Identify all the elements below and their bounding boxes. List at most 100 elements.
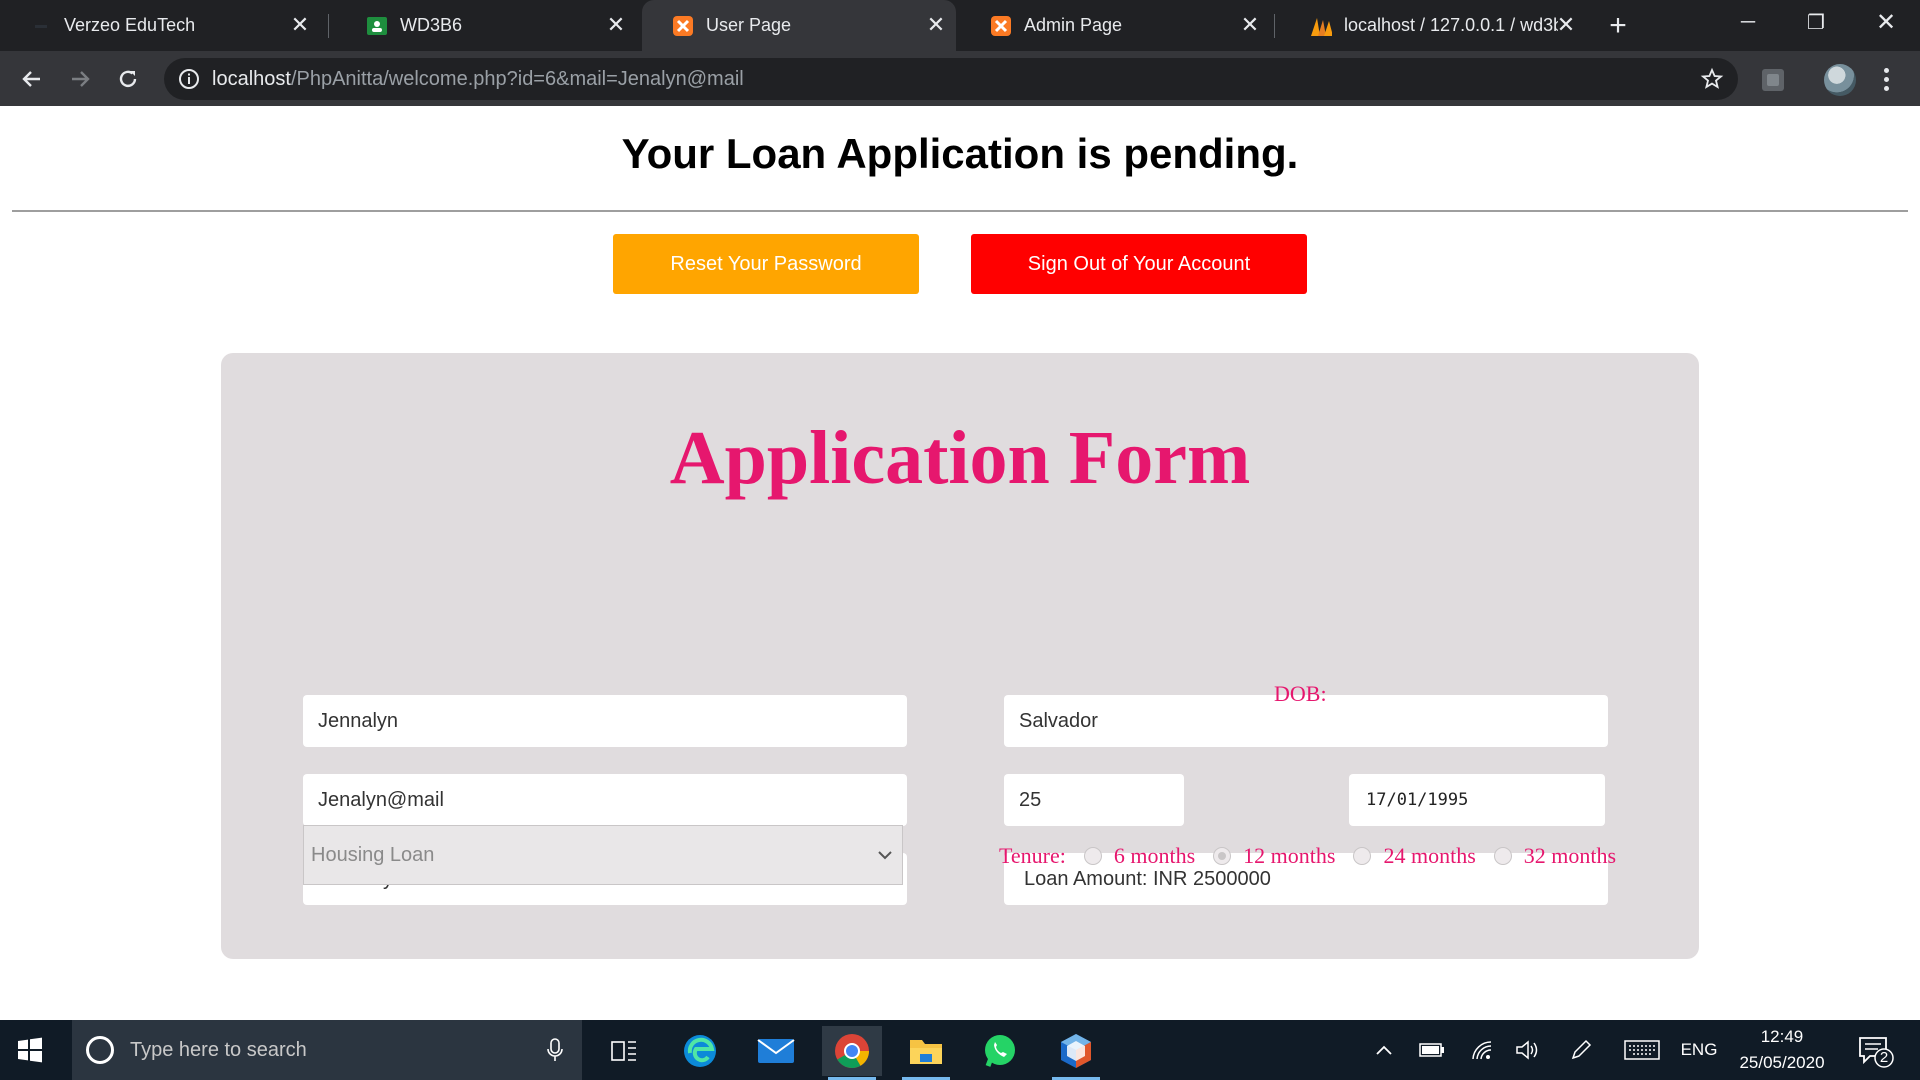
browser-tab-strip: Verzeo EduTech ✕ WD3B6 ✕ User Page ✕ Adm… [0,0,1920,51]
close-icon[interactable]: ✕ [1554,12,1578,37]
keyboard-icon [1624,1040,1660,1060]
volume-tray-button[interactable] [1512,1038,1544,1062]
chevron-down-icon [878,851,892,860]
close-window-button[interactable]: ✕ [1858,0,1914,44]
tab-label: Admin Page [1024,15,1123,35]
tenure-radio-group: Tenure: 6 months 12 months 24 months 32 … [999,841,1634,871]
tab-label: User Page [706,15,792,35]
taskbar-search-box[interactable]: Type here to search [72,1020,582,1080]
tab-phpmyadmin[interactable]: localhost / 127.0.0.1 / wd3b ✕ [1280,0,1586,51]
taskbar-app-mail[interactable] [746,1026,806,1076]
touch-keyboard-button[interactable] [1622,1038,1662,1062]
restore-button[interactable]: ❐ [1788,0,1844,44]
search-placeholder: Type here to search [130,1038,307,1061]
extension-icon[interactable] [1760,67,1786,93]
tab-wd3b6[interactable]: WD3B6 ✕ [336,0,636,51]
loan-type-value: Housing Loan [311,843,435,866]
notification-count-badge: 2 [1879,1049,1889,1066]
close-icon[interactable]: ✕ [1238,12,1262,37]
reload-icon [119,70,137,88]
close-icon[interactable]: ✕ [288,12,312,37]
sign-out-button[interactable]: Sign Out of Your Account [971,234,1307,294]
windows-taskbar: Type here to search ENG 12:49 25/05/2020… [0,1020,1920,1080]
taskbar-app-whatsapp[interactable] [970,1026,1030,1076]
tenure-option-6-months[interactable]: 6 months [1083,843,1196,869]
url-text[interactable]: localhost/PhpAnitta/welcome.php?id=6&mai… [212,68,744,91]
folder-icon [910,1040,942,1064]
url-host: localhost [212,68,291,90]
tab-user-page[interactable]: User Page ✕ [642,0,956,51]
taskbar-app-file-explorer[interactable] [896,1026,956,1080]
arrow-left-icon [22,71,40,87]
form-title: Application Form [669,416,1251,500]
pen-icon [1571,1039,1592,1060]
info-icon[interactable] [178,68,200,90]
chrome-icon [835,1034,869,1068]
minimize-button[interactable]: ─ [1720,0,1776,44]
reset-password-button[interactable]: Reset Your Password [613,234,919,294]
bookmark-star-icon[interactable] [1700,67,1724,91]
email-field[interactable]: Jenalyn@mail [303,774,907,826]
tab-admin-page[interactable]: Admin Page ✕ [960,0,1270,51]
page-content: Your Loan Application is pending. Reset … [0,106,1920,1020]
reload-button[interactable] [110,61,146,97]
chevron-up-icon [1376,1045,1392,1055]
tab-divider [1274,14,1275,38]
tab-divider [328,14,329,38]
whatsapp-icon [985,1035,1015,1067]
xampp-favicon-icon [990,15,1012,37]
loan-type-select[interactable]: Housing Loan [303,825,903,885]
first-name-field[interactable]: Jennalyn [303,695,907,747]
back-button[interactable] [14,61,50,97]
radio-button[interactable] [1493,847,1512,865]
tenure-option-24-months[interactable]: 24 months [1353,843,1476,869]
close-icon[interactable]: ✕ [604,12,628,37]
tenure-option-32-months[interactable]: 32 months [1493,843,1617,869]
profile-avatar[interactable] [1824,64,1856,96]
page-title: Your Loan Application is pending. [621,130,1299,177]
netbeans-icon [1061,1034,1091,1068]
address-bar[interactable]: localhost/PhpAnitta/welcome.php?id=6&mai… [164,58,1738,100]
new-tab-button[interactable]: + [1600,9,1636,42]
tenure-option-label: 24 months [1383,843,1476,868]
phpmyadmin-favicon-icon [1310,15,1332,37]
tab-verzeo[interactable]: Verzeo EduTech ✕ [0,0,320,51]
task-view-button[interactable] [594,1026,654,1076]
action-center-button[interactable]: 2 [1856,1034,1896,1068]
network-tray-button[interactable] [1466,1038,1498,1062]
xampp-favicon-icon [672,15,694,37]
tenure-option-label: 32 months [1523,843,1617,868]
radio-button-checked[interactable] [1213,847,1232,865]
mail-icon [757,1039,795,1063]
speaker-icon [1516,1040,1538,1060]
task-view-icon [611,1041,636,1061]
dob-field[interactable]: 17/01/1995 [1349,774,1605,826]
close-icon[interactable]: ✕ [924,12,948,37]
windows-start-icon[interactable] [16,1036,44,1064]
cortana-icon [86,1036,114,1064]
google-classroom-favicon-icon [366,15,388,37]
battery-tray-button[interactable] [1416,1038,1448,1062]
tenure-label: Tenure: [999,843,1066,868]
taskbar-app-chrome[interactable] [822,1026,882,1080]
tenure-option-label: 6 months [1113,843,1196,868]
radio-button[interactable] [1353,847,1372,865]
taskbar-app-edge[interactable] [670,1026,730,1076]
divider [12,210,1908,212]
taskbar-app-netbeans[interactable] [1046,1026,1106,1080]
tenure-option-label: 12 months [1243,843,1336,868]
url-path: /PhpAnitta/welcome.php?id=6&mail=Jenalyn… [290,68,744,90]
forward-button[interactable] [62,61,98,97]
pen-workspace-button[interactable] [1566,1038,1596,1062]
browser-menu-button[interactable] [1874,64,1898,94]
browser-toolbar: localhost/PhpAnitta/welcome.php?id=6&mai… [0,51,1920,106]
tenure-option-12-months[interactable]: 12 months [1213,843,1335,869]
edge-icon [684,1035,716,1067]
show-hidden-icons-button[interactable] [1372,1038,1396,1062]
application-form: Application Form Jennalyn Salvador Jenal… [221,353,1699,959]
radio-button[interactable] [1083,847,1102,865]
input-language-button[interactable]: ENG [1676,1038,1722,1062]
microphone-icon[interactable] [546,1038,564,1062]
age-field[interactable]: 25 [1004,774,1184,826]
system-clock[interactable]: 12:49 25/05/2020 [1726,1024,1838,1076]
